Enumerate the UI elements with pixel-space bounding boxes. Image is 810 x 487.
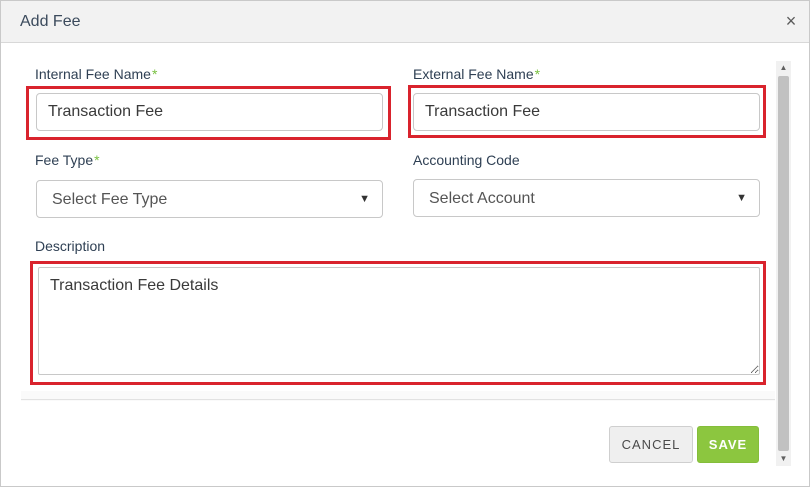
accounting-code-select[interactable]: Select Account ▼ bbox=[413, 179, 760, 217]
internal-fee-name-input[interactable] bbox=[36, 93, 383, 131]
chevron-down-icon: ▼ bbox=[736, 192, 747, 204]
fee-type-label: Fee Type* bbox=[35, 152, 100, 168]
scroll-up-icon[interactable]: ▲ bbox=[776, 61, 791, 75]
add-fee-dialog: Add Fee × Internal Fee Name* External Fe… bbox=[0, 0, 810, 487]
fee-type-selected: Select Fee Type bbox=[52, 191, 168, 208]
required-mark: * bbox=[151, 66, 158, 82]
internal-fee-name-label-text: Internal Fee Name bbox=[35, 66, 151, 82]
required-mark: * bbox=[534, 66, 541, 82]
accounting-code-label-text: Accounting Code bbox=[413, 152, 520, 168]
external-fee-name-input[interactable] bbox=[413, 93, 760, 131]
dialog-title: Add Fee bbox=[20, 13, 81, 30]
accounting-code-label: Accounting Code bbox=[413, 152, 520, 168]
fee-type-label-text: Fee Type bbox=[35, 152, 94, 168]
internal-fee-name-label: Internal Fee Name* bbox=[35, 66, 157, 82]
vertical-scrollbar[interactable]: ▲ ▼ bbox=[776, 61, 791, 466]
scroll-thumb[interactable] bbox=[778, 76, 789, 451]
fee-type-select[interactable]: Select Fee Type ▼ bbox=[36, 180, 383, 218]
description-textarea[interactable]: Transaction Fee Details bbox=[38, 267, 760, 375]
required-mark: * bbox=[94, 152, 100, 168]
accounting-code-selected: Select Account bbox=[429, 190, 535, 207]
external-fee-name-label: External Fee Name* bbox=[413, 66, 540, 82]
footer-divider bbox=[21, 399, 775, 400]
external-fee-name-label-text: External Fee Name bbox=[413, 66, 534, 82]
scroll-down-icon[interactable]: ▼ bbox=[776, 452, 791, 466]
close-icon[interactable]: × bbox=[781, 11, 801, 31]
dialog-header: Add Fee × bbox=[1, 1, 809, 43]
cancel-button[interactable]: CANCEL bbox=[609, 426, 693, 463]
save-button[interactable]: SAVE bbox=[697, 426, 759, 463]
chevron-down-icon: ▼ bbox=[359, 193, 370, 205]
description-label: Description bbox=[35, 238, 105, 254]
description-label-text: Description bbox=[35, 238, 106, 254]
